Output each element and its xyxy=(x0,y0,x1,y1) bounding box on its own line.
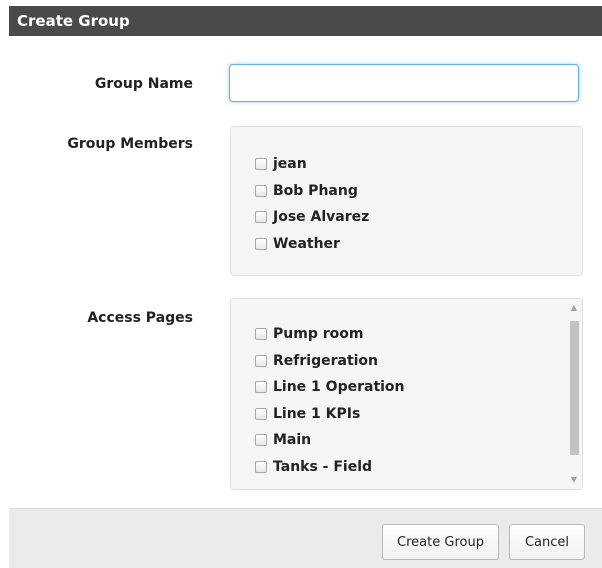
group-name-label: Group Name xyxy=(94,76,193,92)
access-pages-panel: Pump room Refrigeration Line 1 Operation… xyxy=(230,298,583,490)
access-pages-scrollbar[interactable]: ▲ ▼ xyxy=(566,299,582,489)
member-label: Jose Alvarez xyxy=(273,209,370,226)
group-members-list: jean Bob Phang Jose Alvarez Weather xyxy=(255,151,369,257)
page-item-line-1-operation[interactable]: Line 1 Operation xyxy=(255,374,405,401)
group-members-panel: jean Bob Phang Jose Alvarez Weather xyxy=(230,126,583,276)
member-checkbox[interactable] xyxy=(255,237,267,250)
member-checkbox[interactable] xyxy=(255,158,267,171)
page-label: Refrigeration xyxy=(273,352,379,369)
member-label: Bob Phang xyxy=(273,182,358,199)
member-item-jean[interactable]: jean xyxy=(255,151,369,178)
member-item-bob-phang[interactable]: Bob Phang xyxy=(255,178,369,205)
access-pages-label: Access Pages xyxy=(87,310,193,326)
page-checkbox[interactable] xyxy=(255,354,267,367)
dialog-titlebar: Create Group xyxy=(9,6,602,36)
page-label: Tanks - Field xyxy=(273,458,373,475)
page-checkbox[interactable] xyxy=(255,328,267,341)
scroll-thumb[interactable] xyxy=(570,321,579,455)
page-item-refrigeration[interactable]: Refrigeration xyxy=(255,348,405,375)
group-members-label: Group Members xyxy=(67,136,193,152)
dialog-title: Create Group xyxy=(17,12,130,30)
scroll-up-arrow-icon[interactable]: ▲ xyxy=(566,301,582,315)
page-item-main[interactable]: Main xyxy=(255,427,405,454)
create-group-button[interactable]: Create Group xyxy=(382,524,499,560)
group-name-input[interactable] xyxy=(229,64,579,102)
dialog-footer: Create Group Cancel xyxy=(9,508,602,568)
page-label: Pump room xyxy=(273,326,364,343)
member-item-jose-alvarez[interactable]: Jose Alvarez xyxy=(255,204,369,231)
create-group-dialog: Create Group Group Name Group Members je… xyxy=(9,6,602,568)
member-checkbox[interactable] xyxy=(255,184,267,197)
member-label: Weather xyxy=(273,235,340,252)
cancel-button[interactable]: Cancel xyxy=(509,524,585,560)
page-label: Line 1 KPIs xyxy=(273,405,361,422)
page-item-line-1-kpis[interactable]: Line 1 KPIs xyxy=(255,401,405,428)
access-pages-list: Pump room Refrigeration Line 1 Operation… xyxy=(255,321,405,480)
page-checkbox[interactable] xyxy=(255,434,267,447)
scroll-down-arrow-icon[interactable]: ▼ xyxy=(566,473,582,487)
page-label: Line 1 Operation xyxy=(273,379,405,396)
member-checkbox[interactable] xyxy=(255,211,267,224)
page-checkbox[interactable] xyxy=(255,381,267,394)
member-label: jean xyxy=(273,156,307,173)
page-checkbox[interactable] xyxy=(255,407,267,420)
page-item-tanks-field[interactable]: Tanks - Field xyxy=(255,454,405,481)
page-label: Main xyxy=(273,432,312,449)
member-item-weather[interactable]: Weather xyxy=(255,231,369,258)
page-item-pump-room[interactable]: Pump room xyxy=(255,321,405,348)
page-checkbox[interactable] xyxy=(255,460,267,473)
